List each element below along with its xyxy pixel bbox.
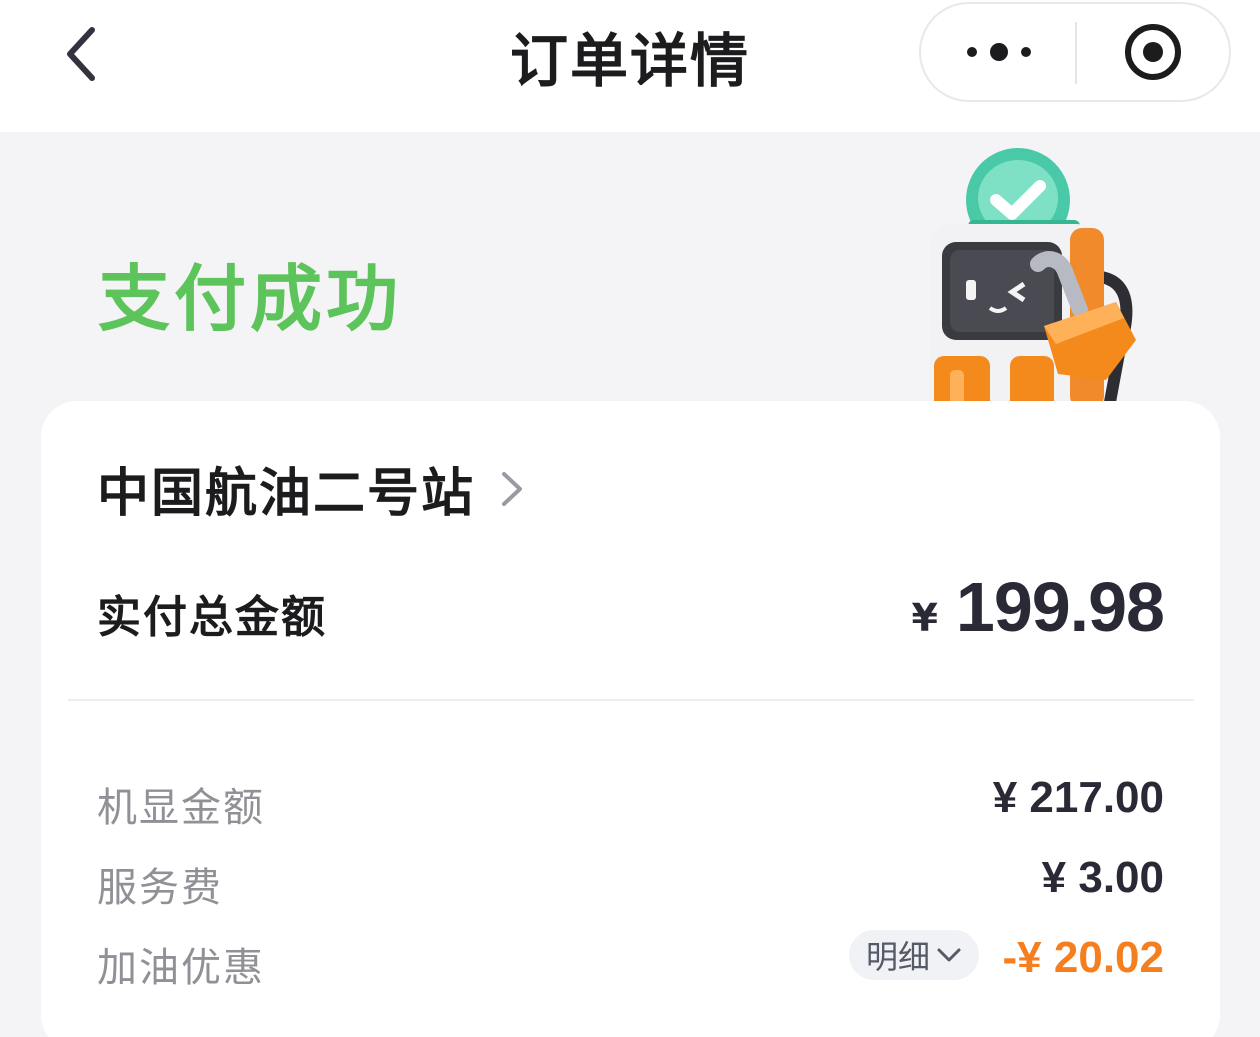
miniprogram-capsule [919,2,1231,102]
total-paid-amount: ¥ 199.98 [911,567,1165,647]
target-circle-icon [1125,24,1181,80]
chevron-down-icon [937,948,961,962]
breakdown-label: 加油优惠 [97,945,265,991]
breakdown-label: 服务费 [97,865,223,911]
breakdown-row-fuel-discount: 加油优惠 明细 -¥ 20.02 [97,927,1164,997]
chevron-right-icon [499,469,525,509]
navigation-bar: 订单详情 [0,0,1260,132]
discount-detail-toggle[interactable]: 明细 [849,930,979,980]
divider [68,699,1194,701]
breakdown-value: ¥ 3.00 [1041,853,1164,902]
discount-value: -¥ 20.02 [1002,933,1164,982]
station-name: 中国航油二号站 [97,464,476,524]
total-paid-value: 199.98 [955,568,1165,646]
currency-symbol: ¥ [911,596,938,640]
more-button[interactable] [921,4,1076,100]
fuel-pump-mascot-illustration [930,148,1136,402]
breakdown-label: 机显金额 [97,785,265,831]
more-dots-icon [966,43,1031,61]
detail-toggle-label: 明细 [865,938,930,976]
breakdown-value: ¥ 217.00 [992,773,1164,822]
breakdown-row-service-fee: 服务费 ¥ 3.00 [97,847,1164,917]
breakdown-row-machine-amount: 机显金额 ¥ 217.00 [97,767,1164,837]
payment-status-title: 支付成功 [98,257,403,341]
close-miniprogram-button[interactable] [1077,4,1229,100]
station-link[interactable]: 中国航油二号站 [97,451,525,526]
order-card: 中国航油二号站 实付总金额 ¥ 199.98 机显金额 ¥ 217.00 服务费… [41,401,1220,1037]
total-paid-label: 实付总金额 [97,592,327,643]
